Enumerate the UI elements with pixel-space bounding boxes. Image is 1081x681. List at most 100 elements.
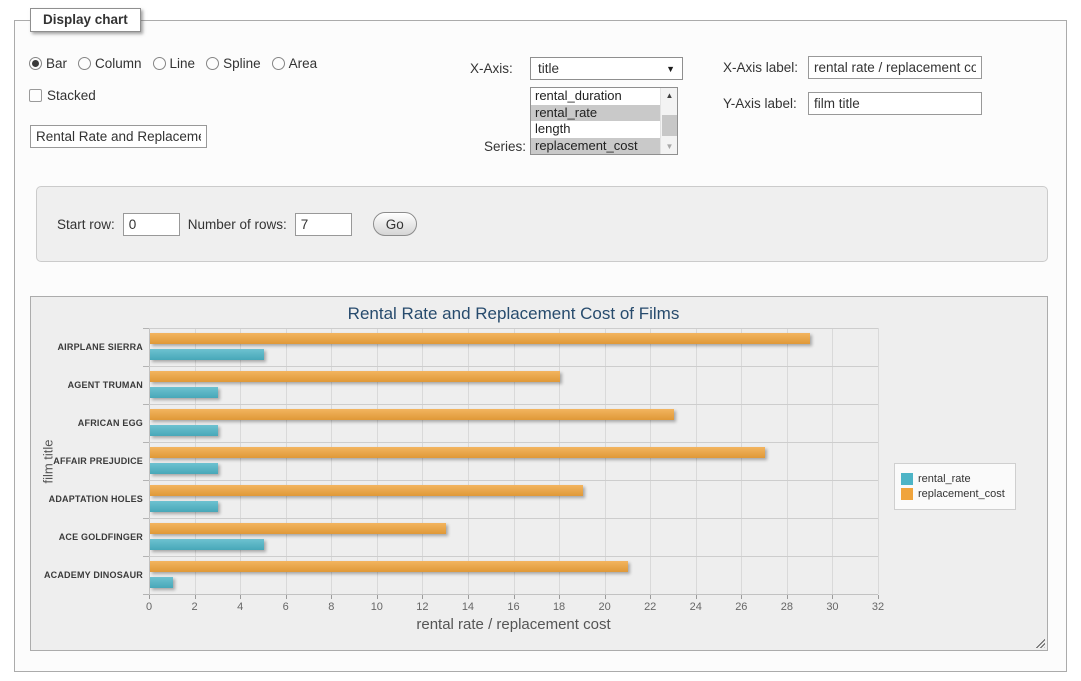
legend-item-rental_rate[interactable]: rental_rate bbox=[901, 473, 1005, 485]
gridline-v bbox=[787, 328, 788, 594]
y-axis-label-input[interactable] bbox=[808, 92, 982, 115]
x-tick-label: 18 bbox=[544, 601, 574, 613]
x-axis-label-caption: X-Axis label: bbox=[723, 60, 798, 75]
gridline-h bbox=[149, 328, 878, 329]
bar-rental_rate bbox=[150, 463, 218, 474]
stacked-checkbox[interactable] bbox=[29, 89, 42, 102]
x-tick-label: 4 bbox=[225, 601, 255, 613]
bar-replacement_cost bbox=[150, 447, 765, 458]
x-tick-label: 22 bbox=[635, 601, 665, 613]
gridline-v bbox=[514, 328, 515, 594]
category-label: ACADEMY DINOSAUR bbox=[33, 570, 143, 580]
x-tick bbox=[468, 595, 469, 599]
gridline-h bbox=[149, 442, 878, 443]
x-tick bbox=[696, 595, 697, 599]
y-tick bbox=[143, 594, 149, 595]
category-label: ACE GOLDFINGER bbox=[33, 532, 143, 542]
category-label: AFRICAN EGG bbox=[33, 418, 143, 428]
x-tick-label: 32 bbox=[863, 601, 893, 613]
category-label: AGENT TRUMAN bbox=[33, 380, 143, 390]
legend-label: replacement_cost bbox=[918, 488, 1005, 500]
start-row-input[interactable] bbox=[123, 213, 180, 236]
scrollbar-thumb[interactable] bbox=[662, 115, 677, 136]
chart-legend: rental_rate replacement_cost bbox=[894, 463, 1016, 510]
y-axis-label-caption: Y-Axis label: bbox=[723, 96, 797, 111]
series-option-replacement_cost[interactable]: replacement_cost bbox=[531, 138, 660, 155]
x-tick-label: 8 bbox=[316, 601, 346, 613]
y-tick bbox=[143, 404, 149, 405]
x-axis-selected-value: title bbox=[538, 61, 559, 76]
gridline-h bbox=[149, 594, 878, 595]
resize-handle-icon[interactable] bbox=[1034, 637, 1045, 648]
series-listbox-scrollbar[interactable]: ▲ ▼ bbox=[660, 88, 677, 154]
bar-replacement_cost bbox=[150, 523, 446, 534]
bar-replacement_cost bbox=[150, 371, 560, 382]
y-tick bbox=[143, 328, 149, 329]
gridline-v bbox=[377, 328, 378, 594]
x-tick-label: 10 bbox=[362, 601, 392, 613]
series-listbox-label: Series: bbox=[484, 139, 526, 154]
x-tick bbox=[559, 595, 560, 599]
radio-icon[interactable] bbox=[78, 57, 91, 70]
chart-type-bar[interactable]: Bar bbox=[29, 56, 67, 71]
gridline-v bbox=[605, 328, 606, 594]
scroll-down-icon[interactable]: ▼ bbox=[661, 139, 678, 154]
category-label: AFFAIR PREJUDICE bbox=[33, 456, 143, 466]
x-tick bbox=[240, 595, 241, 599]
x-tick bbox=[514, 595, 515, 599]
bar-replacement_cost bbox=[150, 333, 810, 344]
radio-icon[interactable] bbox=[29, 57, 42, 70]
y-tick bbox=[143, 442, 149, 443]
radio-icon[interactable] bbox=[153, 57, 166, 70]
x-tick bbox=[331, 595, 332, 599]
radio-icon[interactable] bbox=[272, 57, 285, 70]
x-tick-label: 28 bbox=[772, 601, 802, 613]
chevron-down-icon: ▼ bbox=[666, 64, 675, 74]
chart-type-line[interactable]: Line bbox=[153, 56, 196, 71]
series-option-length[interactable]: length bbox=[531, 121, 660, 138]
chart-type-area[interactable]: Area bbox=[272, 56, 318, 71]
y-tick bbox=[143, 556, 149, 557]
x-tick-label: 14 bbox=[453, 601, 483, 613]
legend-swatch bbox=[901, 488, 913, 500]
series-option-rental_duration[interactable]: rental_duration bbox=[531, 88, 660, 105]
bar-replacement_cost bbox=[150, 485, 583, 496]
radio-label: Line bbox=[170, 56, 196, 71]
x-tick bbox=[832, 595, 833, 599]
x-tick bbox=[149, 595, 150, 599]
radio-icon[interactable] bbox=[206, 57, 219, 70]
gridline-h bbox=[149, 480, 878, 481]
x-tick-label: 16 bbox=[499, 601, 529, 613]
chart-type-column[interactable]: Column bbox=[78, 56, 142, 71]
x-tick-label: 26 bbox=[726, 601, 756, 613]
gridline-v bbox=[696, 328, 697, 594]
legend-swatch bbox=[901, 473, 913, 485]
legend-item-replacement_cost[interactable]: replacement_cost bbox=[901, 488, 1005, 500]
chart-type-spline[interactable]: Spline bbox=[206, 56, 261, 71]
category-label: AIRPLANE SIERRA bbox=[33, 342, 143, 352]
num-rows-input[interactable] bbox=[295, 213, 352, 236]
x-tick-label: 24 bbox=[681, 601, 711, 613]
y-tick bbox=[143, 366, 149, 367]
x-axis-select[interactable]: title ▼ bbox=[530, 57, 683, 80]
series-options: rental_durationrental_ratelengthreplacem… bbox=[531, 88, 660, 154]
x-tick bbox=[605, 595, 606, 599]
stacked-checkbox-row: Stacked bbox=[29, 88, 96, 103]
y-tick bbox=[143, 480, 149, 481]
series-listbox[interactable]: rental_durationrental_ratelengthreplacem… bbox=[530, 87, 678, 155]
x-axis-label-input[interactable] bbox=[808, 56, 982, 79]
gridline-v bbox=[195, 328, 196, 594]
gridline-h bbox=[149, 404, 878, 405]
bar-rental_rate bbox=[150, 425, 218, 436]
stacked-label: Stacked bbox=[47, 88, 96, 103]
gridline-h bbox=[149, 366, 878, 367]
series-option-rental_rate[interactable]: rental_rate bbox=[531, 105, 660, 122]
go-button[interactable]: Go bbox=[373, 212, 417, 236]
x-tick-label: 30 bbox=[817, 601, 847, 613]
bar-rental_rate bbox=[150, 577, 173, 588]
chart-title-input[interactable] bbox=[30, 125, 207, 148]
bar-replacement_cost bbox=[150, 409, 674, 420]
scroll-up-icon[interactable]: ▲ bbox=[661, 88, 678, 103]
x-axis-title: rental rate / replacement cost bbox=[149, 616, 878, 633]
bar-replacement_cost bbox=[150, 561, 628, 572]
